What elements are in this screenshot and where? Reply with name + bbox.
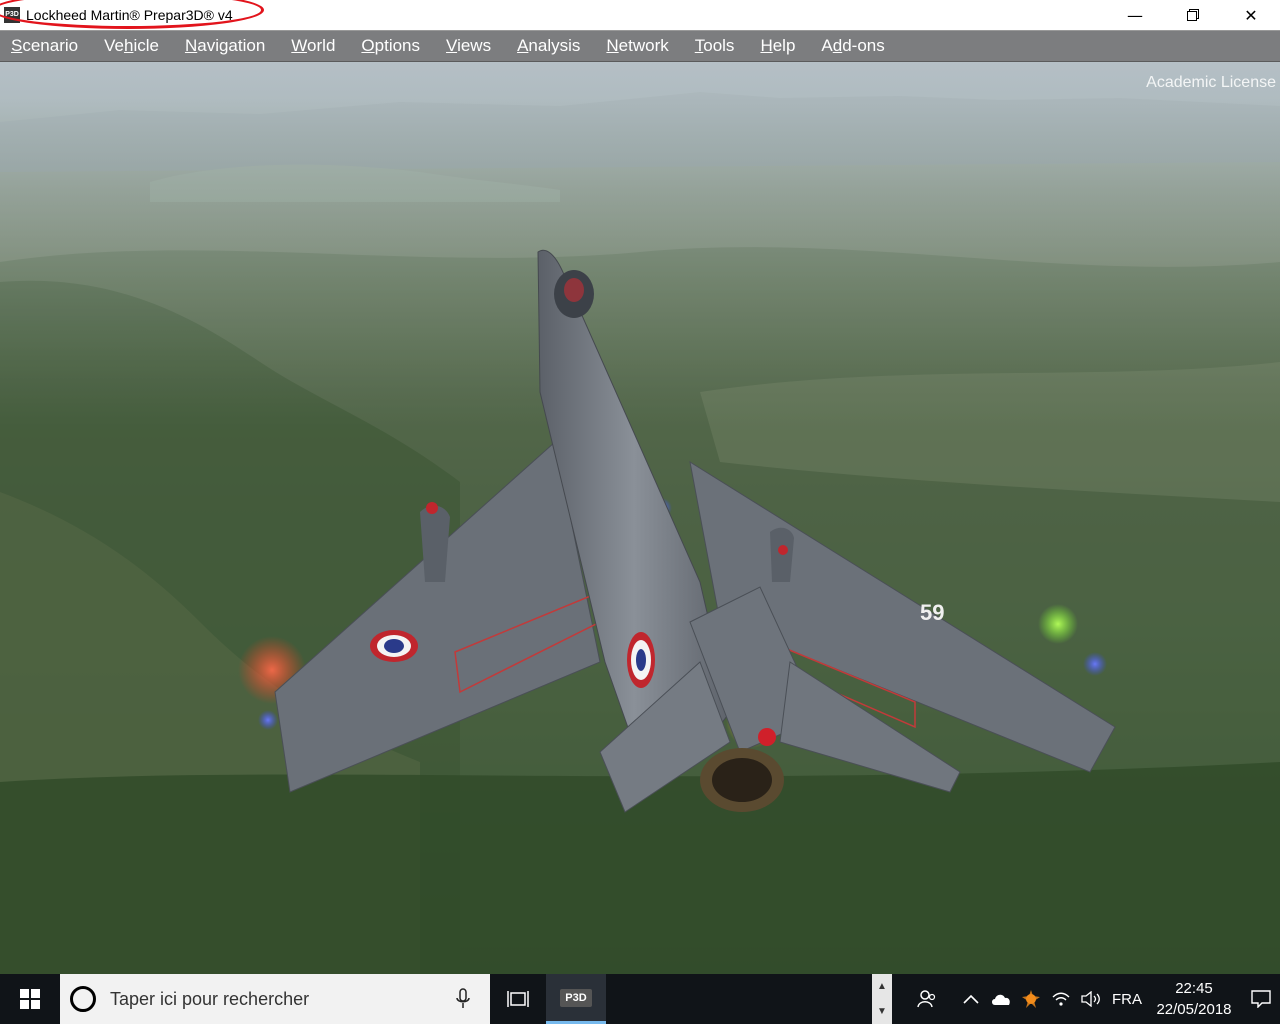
- menu-accelerator-key: V: [446, 36, 458, 55]
- menu-accelerator-key: O: [361, 36, 375, 55]
- windows-logo-icon: [20, 989, 40, 1009]
- menu-item-add-ons[interactable]: Add-ons: [821, 36, 884, 56]
- people-icon[interactable]: [912, 990, 942, 1008]
- onedrive-cloud-icon[interactable]: [986, 992, 1016, 1006]
- clock[interactable]: 22:45 22/05/2018: [1152, 978, 1236, 1020]
- window-title: Lockheed Martin® Prepar3D® v4: [26, 7, 233, 23]
- wifi-icon[interactable]: [1046, 991, 1076, 1007]
- menu-item-tools[interactable]: Tools: [695, 36, 735, 56]
- prepar3d-app-icon: P3D: [560, 988, 592, 1007]
- volume-icon[interactable]: [1076, 991, 1106, 1007]
- search-placeholder: Taper ici pour rechercher: [110, 988, 310, 1009]
- minimize-button[interactable]: —: [1106, 0, 1164, 30]
- title-bar[interactable]: P3D Lockheed Martin® Prepar3D® v4 — ✕: [0, 0, 1280, 30]
- menu-label-prefix: A: [821, 36, 833, 55]
- menu-item-scenario[interactable]: Scenario: [11, 36, 78, 56]
- roundel-fuselage: [627, 632, 655, 688]
- start-button[interactable]: [0, 974, 60, 1024]
- menu-item-vehicle[interactable]: Vehicle: [104, 36, 159, 56]
- license-watermark: Academic License: [1146, 74, 1276, 91]
- menu-label-rest: iews: [457, 36, 492, 55]
- input-language[interactable]: FRA: [1112, 991, 1142, 1008]
- taskbar-scroll[interactable]: ▲ ▼: [872, 974, 892, 1024]
- menu-label-rest: etwork: [618, 36, 669, 55]
- menu-label-rest: avigation: [197, 36, 266, 55]
- menu-label-rest: nalysis: [528, 36, 581, 55]
- avast-antivirus-icon[interactable]: [1016, 989, 1046, 1009]
- restore-icon: [1187, 9, 1199, 21]
- nav-light-green: [1038, 604, 1078, 644]
- window-controls: — ✕: [1106, 0, 1280, 30]
- roundel-left-wing: [370, 630, 418, 662]
- menu-accelerator-key: H: [760, 36, 773, 55]
- menu-label-prefix: Ve: [104, 36, 124, 55]
- scenery-render: 59: [0, 62, 1280, 974]
- menu-label-rest: ptions: [374, 36, 421, 55]
- microphone-icon[interactable]: [456, 988, 470, 1010]
- app-icon: P3D: [4, 7, 20, 23]
- menu-accelerator-key: d: [832, 36, 843, 55]
- menu-item-world[interactable]: World: [291, 36, 335, 56]
- menu-label-rest: cenario: [22, 36, 79, 55]
- search-box[interactable]: Taper ici pour rechercher: [60, 974, 490, 1024]
- menu-label-rest: icle: [133, 36, 159, 55]
- wing-number: 59: [920, 600, 944, 625]
- clock-time: 22:45: [1175, 980, 1213, 997]
- chevron-down-icon[interactable]: ▼: [877, 1006, 887, 1017]
- menu-label-rest: ools: [703, 36, 735, 55]
- cortana-icon: [70, 986, 96, 1012]
- maximize-button[interactable]: [1164, 0, 1222, 30]
- menu-accelerator-key: S: [11, 36, 23, 55]
- simulation-viewport[interactable]: 59 Academic License: [0, 62, 1280, 974]
- menu-item-network[interactable]: Network: [606, 36, 668, 56]
- taskbar-app-prepar3d[interactable]: P3D: [546, 974, 606, 1024]
- chevron-up-icon[interactable]: ▲: [877, 981, 887, 992]
- menu-label-rest: orld: [307, 36, 336, 55]
- menu-label-rest: d-ons: [842, 36, 885, 55]
- menu-label-rest: elp: [772, 36, 796, 55]
- menu-item-navigation[interactable]: Navigation: [185, 36, 265, 56]
- task-view-icon: [507, 991, 529, 1007]
- menu-item-views[interactable]: Views: [446, 36, 491, 56]
- windows-taskbar: Taper ici pour rechercher P3D ▲ ▼ FRA 22…: [0, 974, 1280, 1024]
- menu-item-help[interactable]: Help: [760, 36, 795, 56]
- show-hidden-icons-chevron-icon[interactable]: [956, 994, 986, 1004]
- notification-icon: [1251, 990, 1271, 1008]
- menu-item-options[interactable]: Options: [361, 36, 420, 56]
- close-button[interactable]: ✕: [1222, 0, 1280, 30]
- menu-accelerator-key: A: [517, 36, 529, 55]
- menu-accelerator-key: W: [291, 36, 308, 55]
- menu-item-analysis[interactable]: Analysis: [517, 36, 580, 56]
- clock-date: 22/05/2018: [1156, 1001, 1232, 1018]
- task-view-button[interactable]: [490, 974, 546, 1024]
- menu-bar: Scenario Vehicle Navigation World Options Vie…: [0, 30, 1280, 62]
- menu-accelerator-key: N: [606, 36, 619, 55]
- system-tray: FRA 22:45 22/05/2018: [892, 974, 1280, 1024]
- menu-accelerator-key: N: [184, 36, 198, 55]
- menu-accelerator-key: T: [694, 36, 704, 55]
- action-center-button[interactable]: [1242, 974, 1280, 1024]
